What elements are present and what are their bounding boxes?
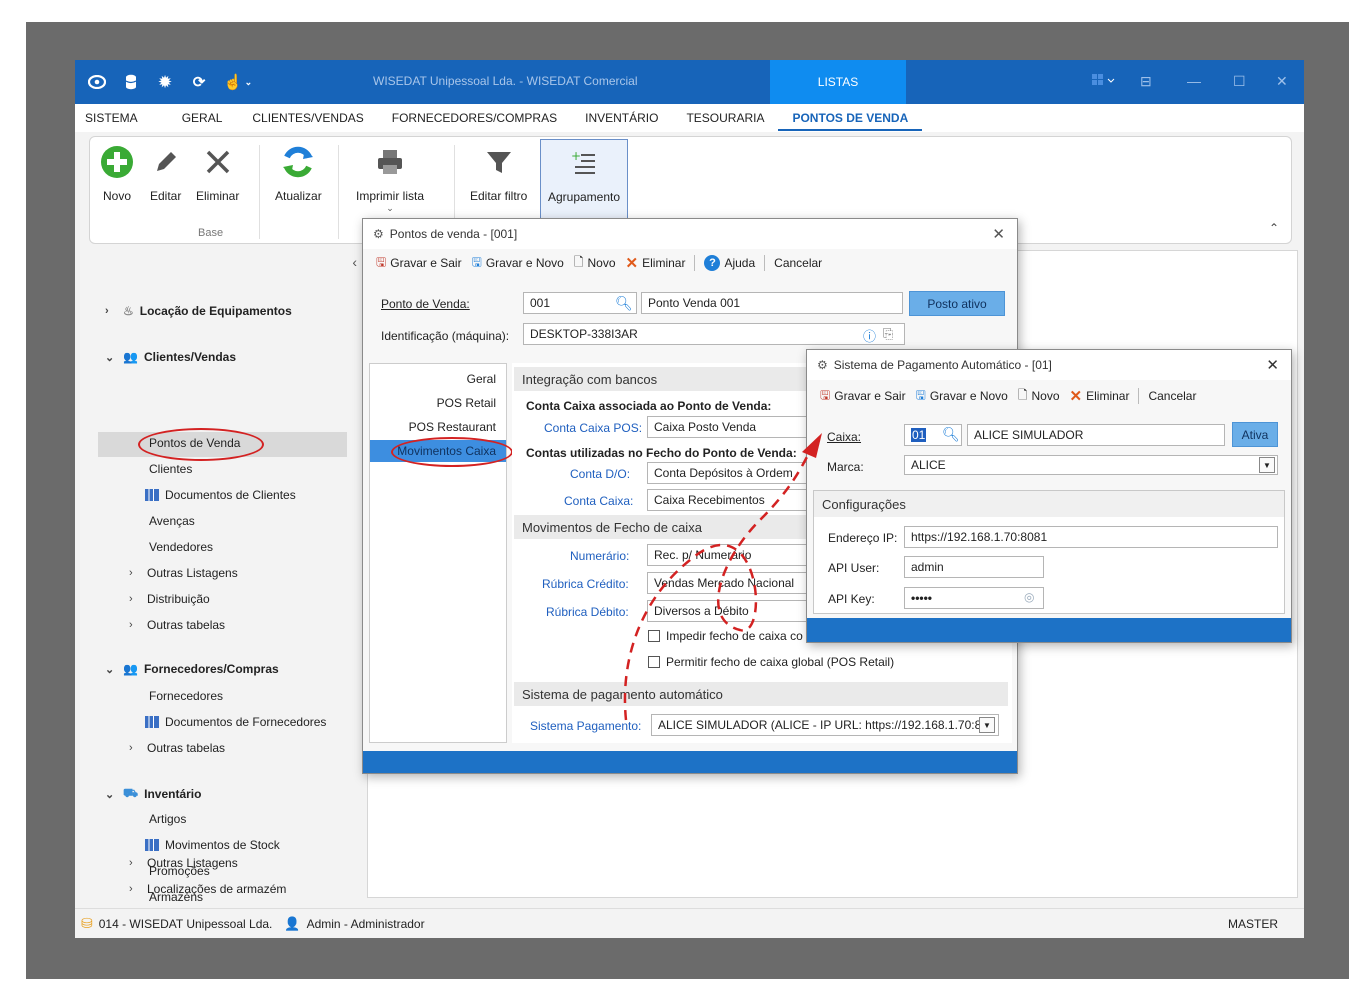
arrow-head xyxy=(802,433,822,458)
dashed-arrow-path xyxy=(623,454,810,721)
annotation-arrow-overlay xyxy=(623,433,822,721)
